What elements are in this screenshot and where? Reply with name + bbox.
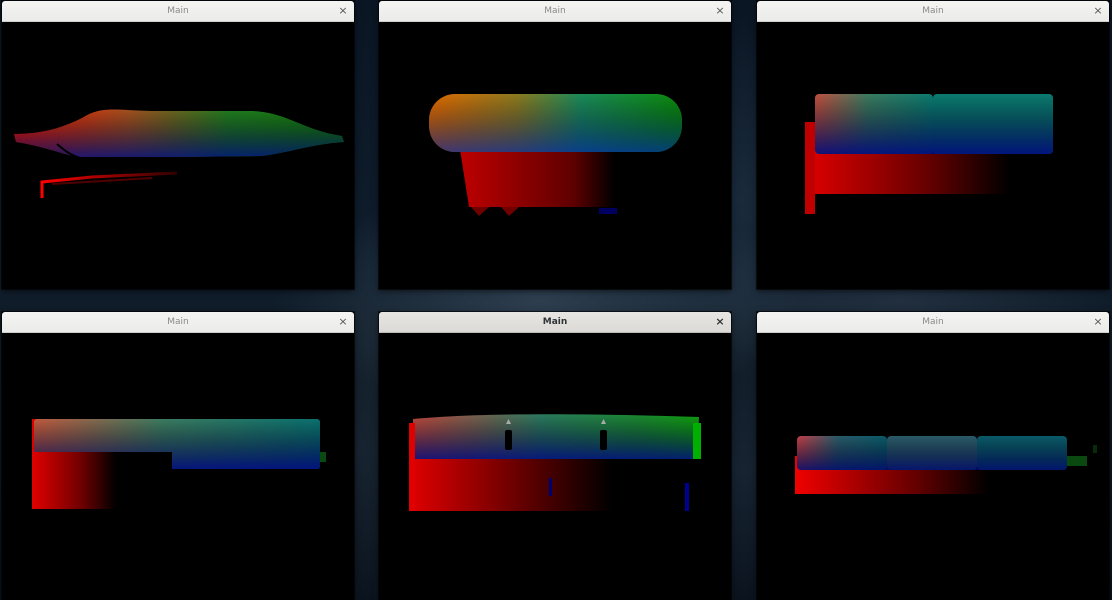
window-titlebar[interactable]: Main × <box>379 1 731 22</box>
app-window-6[interactable]: Main × <box>757 312 1109 600</box>
render-viewport[interactable] <box>2 22 354 289</box>
three-seat-sofa-render <box>795 436 1097 494</box>
close-icon[interactable]: × <box>1091 312 1105 332</box>
close-icon[interactable]: × <box>1091 1 1105 21</box>
window-title: Main <box>542 317 568 327</box>
window-titlebar[interactable]: Main × <box>2 1 354 22</box>
render-viewport[interactable] <box>757 22 1109 289</box>
window-titlebar[interactable]: Main × <box>2 312 354 333</box>
app-window-5[interactable]: Main × <box>379 312 731 600</box>
render-viewport[interactable] <box>379 333 731 600</box>
window-title: Main <box>167 6 189 16</box>
render-viewport[interactable] <box>757 333 1109 600</box>
window-title: Main <box>922 6 944 16</box>
render-viewport[interactable] <box>379 22 731 289</box>
window-title: Main <box>922 317 944 327</box>
two-seat-sofa-render <box>805 94 1061 214</box>
app-window-2[interactable]: Main × <box>379 1 731 289</box>
close-icon[interactable]: × <box>713 312 727 332</box>
window-titlebar[interactable]: Main × <box>757 312 1109 333</box>
window-titlebar[interactable]: Main × <box>379 312 731 333</box>
close-icon[interactable]: × <box>713 1 727 21</box>
window-title: Main <box>544 6 566 16</box>
window-titlebar[interactable]: Main × <box>757 1 1109 22</box>
tub-chair-render <box>429 94 682 216</box>
app-window-1[interactable]: Main × <box>2 1 354 289</box>
window-title: Main <box>167 317 189 327</box>
render-viewport[interactable] <box>2 333 354 600</box>
app-window-3[interactable]: Main × <box>757 1 1109 289</box>
wide-sofa-render <box>32 419 326 509</box>
app-window-4[interactable]: Main × <box>2 312 354 600</box>
close-icon[interactable]: × <box>336 312 350 332</box>
tufted-sofa-render <box>409 414 701 511</box>
close-icon[interactable]: × <box>336 1 350 21</box>
chaise-lounge-render <box>14 109 344 198</box>
